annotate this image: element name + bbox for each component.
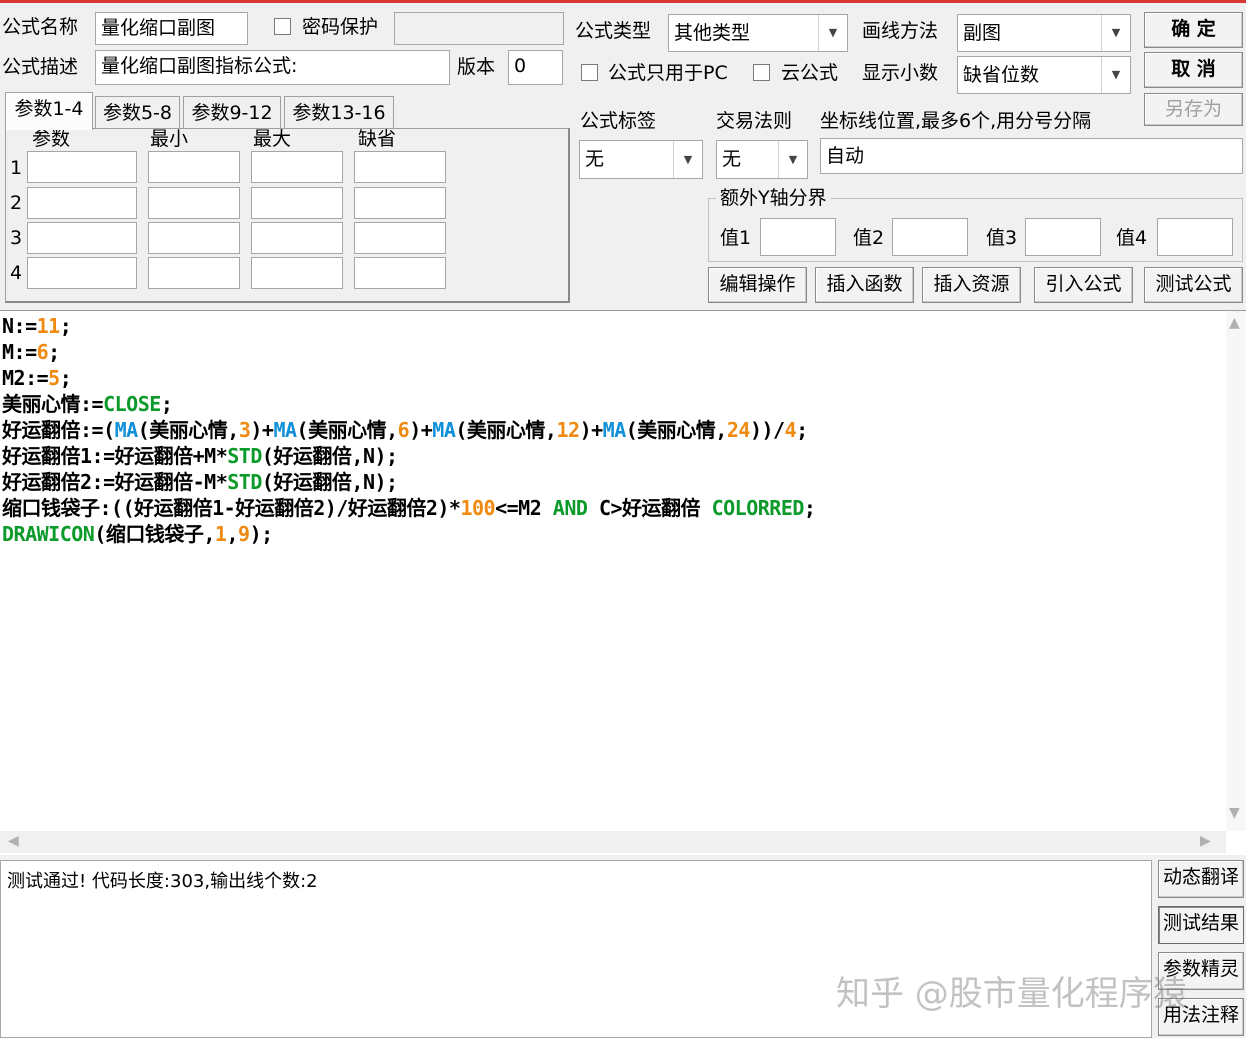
pc-only-label: 公式只用于PC	[608, 62, 728, 84]
watermark: 知乎 @股市量化程序猿	[836, 974, 1187, 1014]
chevron-down-icon[interactable]: ▼	[1101, 57, 1130, 93]
code-line-9: DRAWICON(缩口钱袋子,1,9);	[2, 522, 273, 546]
code-editor[interactable]: N:=11; M:=6; M2:=5; 美丽心情:=CLOSE; 好运翻倍:=(…	[0, 310, 1246, 855]
tab-params-1-4[interactable]: 参数1-4	[5, 92, 93, 130]
pc-only-checkbox[interactable]	[581, 64, 598, 81]
password-field	[394, 12, 564, 45]
code-line-3: M2:=5;	[2, 366, 72, 390]
param-min-input[interactable]	[148, 151, 240, 183]
import-formula-button[interactable]: 引入公式	[1034, 267, 1133, 303]
insert-resource-button[interactable]: 插入资源	[922, 267, 1021, 303]
cloud-label: 云公式	[781, 62, 839, 84]
test-formula-button[interactable]: 测试公式	[1144, 267, 1243, 303]
param-row-number: 3	[10, 227, 23, 249]
decimals-label: 显示小数	[862, 62, 939, 84]
param-row-number: 4	[10, 262, 23, 284]
save-as-button[interactable]: 另存为	[1144, 93, 1243, 126]
formula-type-label: 公式类型	[575, 20, 652, 42]
param-max-input[interactable]	[251, 151, 343, 183]
formula-desc-field[interactable]: 量化缩口副图指标公式:	[95, 50, 450, 85]
param-default-input[interactable]	[354, 222, 446, 254]
code-line-8: 缩口钱袋子:((好运翻倍1-好运翻倍2)/好运翻倍2)*100<=M2 AND …	[2, 496, 816, 520]
formula-tag-value: 无	[585, 148, 605, 170]
dynamic-translate-button[interactable]: 动态翻译	[1158, 860, 1244, 898]
axis-lines-label: 坐标线位置,最多6个,用分号分隔	[820, 110, 1092, 132]
chevron-down-icon[interactable]: ▼	[1101, 15, 1130, 51]
code-line-2: M:=6;	[2, 340, 60, 364]
param-name-input[interactable]	[27, 151, 137, 183]
param-default-input[interactable]	[354, 151, 446, 183]
decimals-select[interactable]: 缺省位数 ▼	[957, 56, 1131, 94]
param-name-input[interactable]	[27, 257, 137, 289]
code-content: N:=11; M:=6; M2:=5; 美丽心情:=CLOSE; 好运翻倍:=(…	[2, 313, 1217, 547]
param-max-input[interactable]	[251, 222, 343, 254]
param-row-number: 2	[10, 192, 23, 214]
scroll-up-icon[interactable]: ▲	[1229, 315, 1240, 331]
password-checkbox[interactable]	[274, 18, 291, 35]
edit-operation-button[interactable]: 编辑操作	[708, 267, 807, 303]
scroll-left-icon[interactable]: ◀	[8, 833, 19, 849]
value4-label: 值4	[1116, 227, 1148, 249]
param-default-input[interactable]	[354, 187, 446, 219]
formula-type-select[interactable]: 其他类型 ▼	[668, 14, 848, 52]
param-col-max: 最大	[253, 128, 292, 150]
param-row-number: 1	[10, 157, 23, 179]
value1-label: 值1	[720, 227, 752, 249]
param-name-input[interactable]	[27, 187, 137, 219]
formula-tag-label: 公式标签	[580, 110, 657, 132]
version-label: 版本	[457, 56, 496, 78]
formula-type-value: 其他类型	[674, 22, 751, 44]
test-result-button[interactable]: 测试结果	[1158, 906, 1244, 944]
horizontal-scrollbar[interactable]: ◀ ▶	[0, 831, 1226, 853]
cloud-checkbox[interactable]	[753, 64, 770, 81]
trade-rule-value: 无	[722, 148, 742, 170]
chevron-down-icon[interactable]: ▼	[818, 15, 847, 51]
chevron-down-icon[interactable]: ▼	[673, 141, 702, 178]
param-min-input[interactable]	[148, 187, 240, 219]
extra-y-axis-label: 额外Y轴分界	[716, 183, 831, 213]
param-col-default: 缺省	[358, 128, 397, 150]
code-line-6: 好运翻倍1:=好运翻倍+M*STD(好运翻倍,N);	[2, 444, 398, 468]
chevron-down-icon[interactable]: ▼	[778, 141, 807, 178]
formula-name-field[interactable]: 量化缩口副图	[95, 12, 248, 45]
draw-method-label: 画线方法	[862, 20, 939, 42]
value3-field[interactable]	[1025, 218, 1101, 256]
param-max-input[interactable]	[251, 257, 343, 289]
cancel-button[interactable]: 取 消	[1144, 52, 1243, 88]
draw-method-select[interactable]: 副图 ▼	[957, 14, 1131, 52]
param-min-input[interactable]	[148, 257, 240, 289]
param-default-input[interactable]	[354, 257, 446, 289]
vertical-scrollbar[interactable]: ▲ ▼	[1226, 311, 1246, 831]
scroll-down-icon[interactable]: ▼	[1229, 805, 1240, 821]
decimals-value: 缺省位数	[963, 64, 1040, 86]
value4-field[interactable]	[1157, 218, 1233, 256]
value3-label: 值3	[986, 227, 1018, 249]
code-line-1: N:=11;	[2, 314, 72, 338]
axis-lines-field[interactable]: 自动	[820, 138, 1243, 174]
title-strip	[0, 0, 1246, 3]
ok-button[interactable]: 确 定	[1144, 12, 1243, 48]
insert-function-button[interactable]: 插入函数	[815, 267, 914, 303]
trade-rule-label: 交易法则	[716, 110, 793, 132]
value2-field[interactable]	[892, 218, 968, 256]
scroll-right-icon[interactable]: ▶	[1200, 833, 1211, 849]
param-min-input[interactable]	[148, 222, 240, 254]
version-field[interactable]: 0	[508, 50, 563, 85]
param-name-input[interactable]	[27, 222, 137, 254]
formula-tag-select[interactable]: 无 ▼	[579, 140, 703, 179]
code-line-5: 好运翻倍:=(MA(美丽心情,3)+MA(美丽心情,6)+MA(美丽心情,12)…	[2, 418, 808, 442]
code-line-7: 好运翻倍2:=好运翻倍-M*STD(好运翻倍,N);	[2, 470, 398, 494]
password-label: 密码保护	[302, 16, 379, 38]
status-message: 测试通过! 代码长度:303,输出线个数:2	[7, 871, 318, 892]
param-col-min: 最小	[150, 128, 189, 150]
code-line-4: 美丽心情:=CLOSE;	[2, 392, 173, 416]
value2-label: 值2	[853, 227, 885, 249]
formula-desc-label: 公式描述	[2, 56, 79, 78]
formula-name-label: 公式名称	[2, 16, 79, 38]
draw-method-value: 副图	[963, 22, 1002, 44]
trade-rule-select[interactable]: 无 ▼	[716, 140, 808, 179]
param-max-input[interactable]	[251, 187, 343, 219]
value1-field[interactable]	[760, 218, 836, 256]
